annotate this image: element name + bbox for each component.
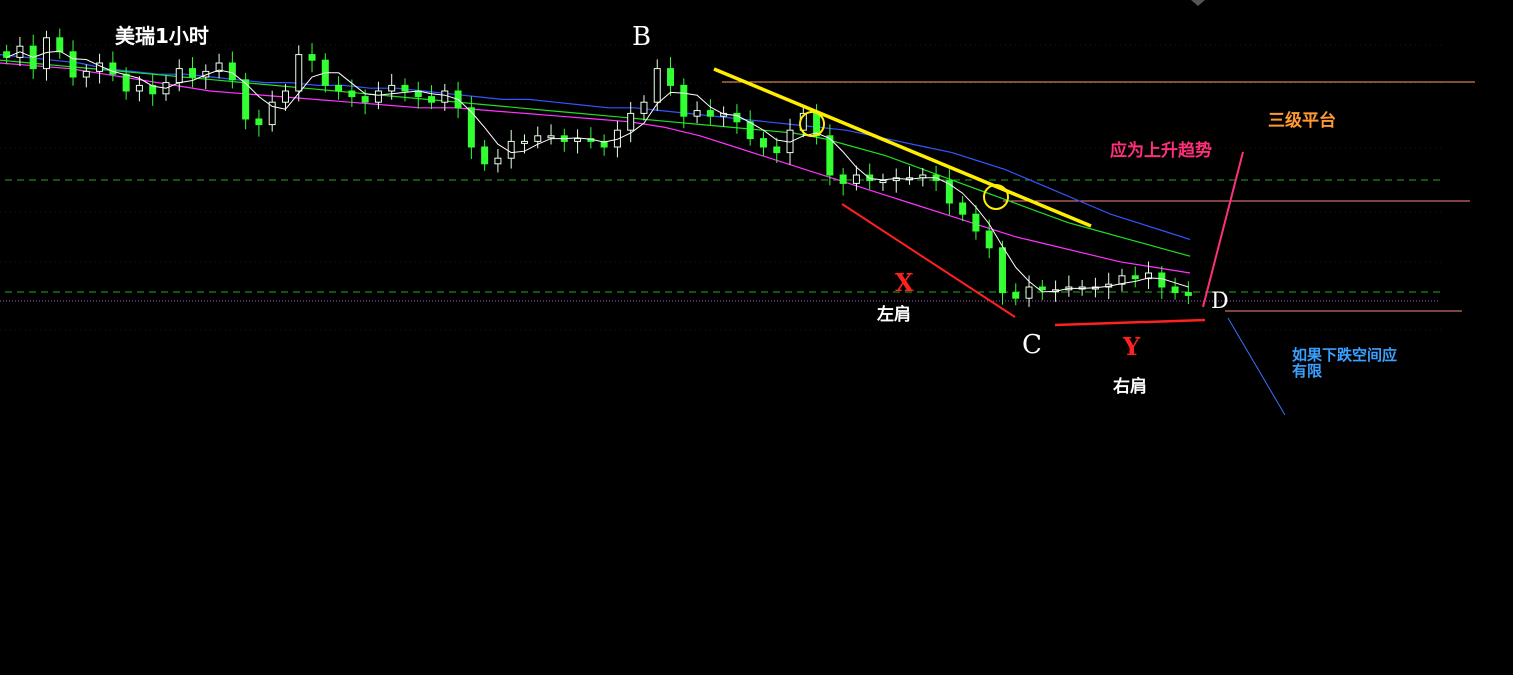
candle-body-89 [1184,292,1192,296]
top-marker-icon [1191,0,1205,6]
downside-line [1227,317,1286,416]
candle-body-30 [401,84,409,92]
label-y: Y [1123,332,1141,361]
candle-body-75 [998,247,1006,294]
point-label-d: D [1211,289,1229,314]
candle-body-66 [879,180,887,184]
candle-body-23 [308,54,316,61]
candlestick-chart [0,0,1475,416]
candle-body-17 [228,62,236,81]
candle-body-36 [481,146,489,165]
y-shoulder-line [1054,318,1206,327]
candle-body-14 [189,68,197,78]
candle-body-29 [388,84,396,92]
candle-body-19 [255,118,263,126]
candle-body-73 [972,213,980,232]
candle-body-4 [56,37,64,53]
candle-body-38 [507,140,515,159]
platform-note: 三级平台 [1268,111,1336,131]
candle-body-41 [547,135,555,139]
candle-body-26 [348,90,356,98]
candle-body-63 [839,174,847,184]
candle-body-57 [759,138,767,148]
ma-mid-line [0,62,1191,274]
candle-body-64 [852,174,860,184]
candle-body-33 [441,90,449,103]
point-label-c: C [1022,330,1042,360]
candle-body-78 [1038,286,1046,291]
candle-body-6 [82,70,90,78]
downside-note-line1: 如果下跌空间应 [1292,346,1398,364]
candle-body-27 [361,96,369,103]
chart-canvas: 美瑞1小时 B C D X Y 左肩 右肩 三级平台 应为上升趋势 如果下跌空间… [0,0,1513,675]
downside-note-line2: 有限 [1292,362,1323,380]
candle-body-5 [69,51,77,78]
candle-body-8 [109,62,117,75]
candle-body-48 [640,101,648,114]
candle-body-49 [653,68,661,103]
candle-body-88 [1171,286,1179,294]
candle-body-77 [1025,286,1033,299]
candle-body-40 [534,135,542,142]
candle-body-37 [494,157,502,165]
candle-body-50 [667,68,675,86]
candle-body-20 [268,101,276,126]
candle-body-53 [706,110,714,117]
candle-body-52 [693,110,701,117]
candle-body-43 [574,138,582,142]
candle-body-85 [1131,275,1139,280]
candle-body-87 [1158,272,1166,288]
candle-body-39 [520,140,528,144]
uptrend-line [1202,151,1244,308]
candle-body-55 [733,112,741,123]
candle-body-9 [122,73,130,92]
ma-slow-line [0,59,1191,257]
candle-body-47 [627,112,635,131]
candle-body-13 [175,68,183,84]
candle-body-22 [295,54,303,92]
candle-body-21 [281,90,289,103]
chart-title: 美瑞1小时 [115,24,209,48]
point-label-b: B [632,22,652,52]
candle-body-74 [985,230,993,249]
candle-body-51 [680,84,688,117]
candle-body-32 [428,96,436,103]
uptrend-note: 应为上升趋势 [1110,141,1212,161]
candle-body-58 [773,146,781,154]
candle-body-25 [335,84,343,92]
candle-body-76 [1012,292,1020,299]
candle-body-28 [374,90,382,103]
candle-body-72 [959,202,967,215]
right-shoulder-label: 右肩 [1113,377,1147,397]
left-shoulder-label: 左肩 [877,305,911,325]
touch-circle-2 [983,184,1009,210]
candle-body-61 [813,112,821,137]
label-x: X [895,268,914,297]
candle-body-65 [866,174,874,182]
candle-body-56 [746,121,754,140]
candle-body-10 [135,84,143,92]
candle-body-62 [826,135,834,176]
